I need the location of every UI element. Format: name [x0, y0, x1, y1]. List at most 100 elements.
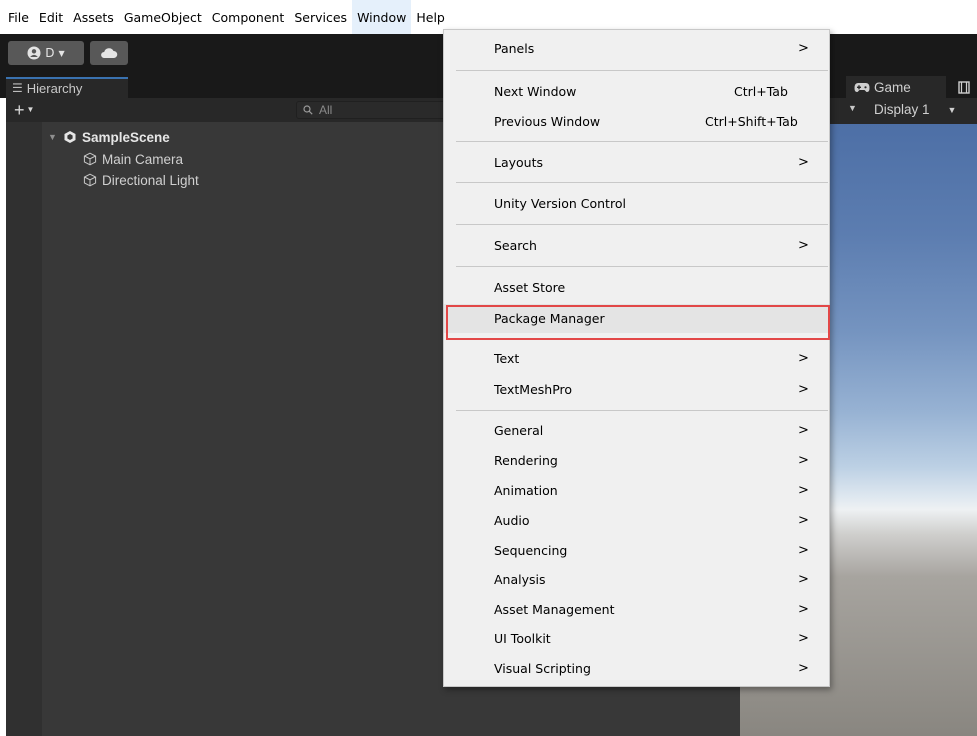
hierarchy-search[interactable]	[296, 101, 456, 119]
account-icon	[27, 46, 41, 60]
search-input[interactable]	[319, 103, 439, 117]
menu-item-animation[interactable]: Animation >	[444, 476, 829, 505]
chevron-right-icon: >	[798, 41, 809, 56]
menu-item-package-manager[interactable]: Package Manager	[444, 304, 829, 333]
menu-item-ui-toolkit[interactable]: UI Toolkit >	[444, 624, 829, 653]
menu-item-label: General	[494, 423, 544, 438]
menu-item-label: Text	[494, 351, 520, 366]
menu-item-textmeshpro[interactable]: TextMeshPro >	[444, 375, 829, 404]
menu-item-search[interactable]: Search >	[444, 231, 829, 260]
menu-item-label: Analysis	[494, 572, 546, 587]
chevron-down-icon: ▼	[26, 105, 35, 114]
film-icon	[957, 80, 970, 94]
unity-scene-icon	[64, 131, 76, 143]
menu-item-shortcut: Ctrl+Shift+Tab	[705, 114, 798, 129]
object-name: Directional Light	[102, 172, 199, 188]
hierarchy-gutter	[6, 122, 42, 736]
menu-item-label: Animation	[494, 483, 558, 498]
menu-item-next-window[interactable]: Next Window Ctrl+Tab	[444, 77, 829, 106]
chevron-right-icon: >	[798, 572, 809, 587]
menu-services[interactable]: Services	[289, 0, 352, 34]
menu-item-panels[interactable]: Panels >	[444, 34, 829, 63]
cube-icon	[83, 173, 97, 187]
menu-item-label: Visual Scripting	[494, 661, 591, 676]
chevron-right-icon: >	[798, 155, 809, 170]
menu-item-text[interactable]: Text >	[444, 344, 829, 373]
cube-icon	[83, 152, 97, 166]
menu-item-sequencing[interactable]: Sequencing >	[444, 536, 829, 565]
menu-item-label: Asset Management	[494, 602, 615, 617]
chevron-right-icon: >	[798, 423, 809, 438]
menu-item-visual-scripting[interactable]: Visual Scripting >	[444, 654, 829, 683]
tab-hierarchy[interactable]: ☰ Hierarchy	[6, 77, 128, 98]
menu-gameobject[interactable]: GameObject	[119, 0, 207, 34]
display-dropdown[interactable]: Display 1 ▼	[874, 102, 956, 117]
menu-item-analysis[interactable]: Analysis >	[444, 565, 829, 594]
menu-item-audio[interactable]: Audio >	[444, 506, 829, 535]
cloud-button[interactable]	[90, 41, 128, 65]
menu-separator	[456, 70, 828, 71]
chevron-right-icon: >	[798, 453, 809, 468]
menu-item-asset-management[interactable]: Asset Management >	[444, 595, 829, 624]
menu-file[interactable]: File	[3, 0, 34, 34]
chevron-right-icon: >	[798, 661, 809, 676]
search-icon	[303, 105, 313, 115]
chevron-down-icon[interactable]: ▼	[848, 103, 857, 113]
menu-separator	[456, 339, 828, 340]
menu-item-label: Previous Window	[494, 114, 601, 129]
tab-game[interactable]: Game	[846, 76, 946, 98]
chevron-right-icon: >	[798, 513, 809, 528]
display-label: Display 1	[874, 102, 930, 117]
tree-row-object[interactable]: Main Camera	[83, 149, 183, 169]
menu-item-label: Sequencing	[494, 543, 568, 558]
tree-row-object[interactable]: Directional Light	[83, 170, 199, 190]
menu-item-asset-store[interactable]: Asset Store	[444, 273, 829, 302]
plus-icon: +	[14, 100, 25, 120]
scene-name: SampleScene	[82, 129, 170, 145]
menu-separator	[456, 141, 828, 142]
menu-item-label: Rendering	[494, 453, 558, 468]
chevron-right-icon: >	[798, 351, 809, 366]
menu-item-general[interactable]: General >	[444, 416, 829, 445]
chevron-right-icon: >	[798, 602, 809, 617]
menu-component[interactable]: Component	[207, 0, 290, 34]
tree-row-scene[interactable]: ▼ SampleScene	[48, 127, 170, 147]
menu-item-label: Search	[494, 238, 537, 253]
menu-separator	[456, 182, 828, 183]
chevron-right-icon: >	[798, 631, 809, 646]
tab-animation[interactable]	[950, 76, 977, 98]
window-menu: Panels > Next Window Ctrl+Tab Previous W…	[443, 29, 830, 687]
menu-separator	[456, 224, 828, 225]
tab-game-label: Game	[874, 79, 911, 95]
chevron-right-icon: >	[798, 543, 809, 558]
cloud-icon	[101, 48, 118, 58]
menu-item-previous-window[interactable]: Previous Window Ctrl+Shift+Tab	[444, 107, 829, 136]
menu-item-label: Package Manager	[494, 311, 605, 326]
menu-separator	[456, 410, 828, 411]
account-label: D	[45, 46, 55, 60]
menu-separator	[456, 266, 828, 267]
list-icon: ☰	[12, 81, 23, 95]
create-button[interactable]: + ▼	[14, 100, 34, 120]
menu-assets[interactable]: Assets	[68, 0, 119, 34]
menu-item-label: Audio	[494, 513, 530, 528]
account-dropdown[interactable]: D ▼	[8, 41, 84, 65]
fold-arrow-icon[interactable]: ▼	[48, 132, 58, 142]
chevron-right-icon: >	[798, 238, 809, 253]
menu-item-label: Layouts	[494, 155, 544, 170]
chevron-right-icon: >	[798, 382, 809, 397]
menu-item-label: Next Window	[494, 84, 577, 99]
menu-edit[interactable]: Edit	[34, 0, 68, 34]
menu-window[interactable]: Window	[352, 0, 412, 34]
chevron-down-icon: ▼	[947, 104, 957, 115]
tab-hierarchy-label: Hierarchy	[26, 81, 83, 96]
chevron-right-icon: >	[798, 483, 809, 498]
menu-item-layouts[interactable]: Layouts >	[444, 148, 829, 177]
menu-item-label: Panels	[494, 41, 535, 56]
menu-item-rendering[interactable]: Rendering >	[444, 446, 829, 475]
gamepad-icon	[854, 82, 870, 92]
menu-item-label: UI Toolkit	[494, 631, 551, 646]
menu-item-label: TextMeshPro	[494, 382, 573, 397]
menu-item-label: Unity Version Control	[494, 196, 626, 211]
menu-item-unity-version-control[interactable]: Unity Version Control	[444, 189, 829, 218]
